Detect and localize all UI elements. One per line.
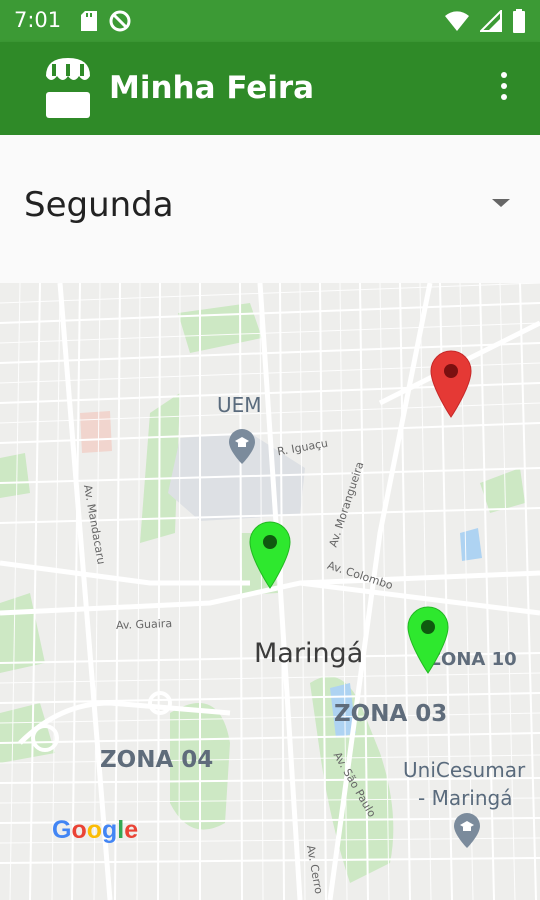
status-time: 7:01 — [14, 8, 62, 32]
app-bar: Minha Feira — [0, 42, 540, 135]
no-sync-icon — [109, 10, 131, 32]
status-bar: 7:01 — [0, 0, 540, 42]
map-view[interactable]: UEM Maringá ZONA 10 ZONA 03 ZONA 04 UniC… — [0, 283, 540, 900]
sd-card-icon — [81, 11, 97, 31]
fair-marker-red[interactable] — [429, 349, 473, 419]
label-city: Maringá — [254, 638, 364, 669]
fair-marker-green-1[interactable] — [248, 520, 292, 590]
street-label: Av. Guaira — [115, 617, 173, 632]
day-selector[interactable]: Segunda — [0, 135, 540, 283]
unicesumar-place-icon — [454, 813, 480, 848]
wifi-icon — [445, 11, 469, 31]
label-unicesumar-1: UniCesumar — [403, 758, 526, 782]
label-zona-03: ZONA 03 — [334, 701, 448, 727]
label-unicesumar-2: - Maringá — [418, 786, 513, 810]
label-uem: UEM — [217, 393, 262, 417]
dropdown-arrow-icon — [492, 199, 510, 207]
google-attribution-logo: Google — [52, 816, 139, 844]
battery-icon — [513, 9, 525, 33]
label-zona-04: ZONA 04 — [100, 747, 214, 773]
fair-marker-green-2[interactable] — [406, 605, 450, 675]
app-title: Minha Feira — [109, 70, 315, 106]
signal-icon — [480, 10, 502, 32]
market-stall-icon — [46, 58, 90, 118]
day-selector-value: Segunda — [24, 185, 174, 225]
overflow-menu-icon[interactable] — [494, 72, 514, 106]
